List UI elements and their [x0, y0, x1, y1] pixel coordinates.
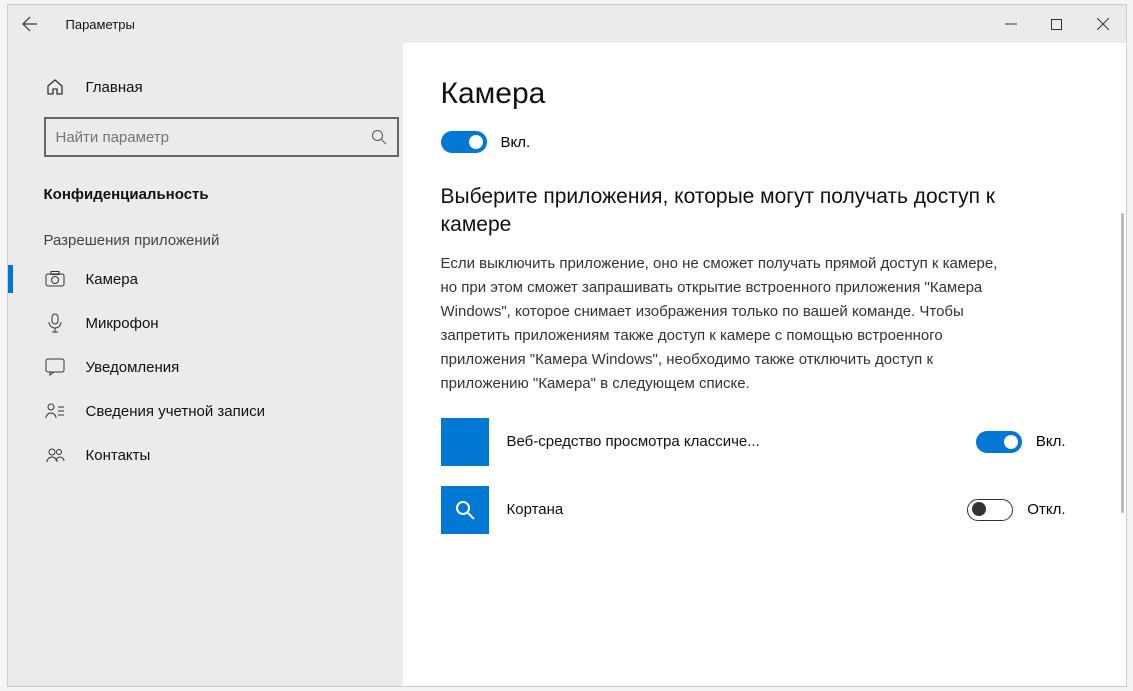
sidebar-item-account-info[interactable]: Сведения учетной записи [8, 389, 403, 433]
minimize-button[interactable] [988, 5, 1034, 43]
main-area: Главная Конфиденциальность Разрешения пр… [8, 43, 1126, 686]
notifications-icon [44, 356, 66, 378]
search-input[interactable] [56, 129, 371, 146]
minimize-icon [1005, 18, 1017, 30]
app-row: Кортана Откл. [441, 486, 1066, 534]
sidebar-item-label: Камера [86, 271, 138, 288]
sidebar: Главная Конфиденциальность Разрешения пр… [8, 43, 403, 686]
sidebar-category[interactable]: Конфиденциальность [8, 175, 403, 214]
app-toggle[interactable] [967, 499, 1013, 521]
app-toggle-label: Откл. [1027, 501, 1065, 518]
sidebar-category-label: Конфиденциальность [44, 186, 209, 203]
sidebar-section-label: Разрешения приложений [44, 232, 220, 249]
sidebar-item-microphone[interactable]: Микрофон [8, 301, 403, 345]
sidebar-item-label: Контакты [86, 447, 151, 464]
titlebar: Параметры [8, 5, 1126, 43]
app-icon-webviewer [441, 418, 489, 466]
section-heading: Выберите приложения, которые могут получ… [441, 183, 1066, 240]
sidebar-section-header: Разрешения приложений [8, 214, 403, 257]
sidebar-item-notifications[interactable]: Уведомления [8, 345, 403, 389]
contacts-icon [44, 444, 66, 466]
search-box[interactable] [44, 117, 399, 157]
app-name: Кортана [507, 501, 787, 518]
sidebar-item-camera[interactable]: Камера [8, 257, 403, 301]
sidebar-item-label: Микрофон [86, 315, 159, 332]
close-icon [1097, 18, 1109, 30]
content-area: Камера Вкл. Выберите приложения, которые… [403, 43, 1126, 686]
settings-window: Параметры Главная Конфиденциальность Раз… [7, 4, 1127, 687]
master-toggle[interactable] [441, 131, 487, 153]
back-arrow-icon [22, 16, 38, 32]
app-toggle[interactable] [976, 431, 1022, 453]
sidebar-home[interactable]: Главная [8, 65, 403, 109]
maximize-icon [1051, 19, 1062, 30]
cortana-search-icon [454, 499, 476, 521]
app-icon-cortana [441, 486, 489, 534]
back-button[interactable] [8, 5, 52, 43]
sidebar-item-contacts[interactable]: Контакты [8, 433, 403, 477]
master-toggle-row: Вкл. [441, 131, 1066, 153]
section-description: Если выключить приложение, оно не сможет… [441, 252, 1001, 396]
master-toggle-label: Вкл. [501, 134, 531, 151]
camera-icon [44, 268, 66, 290]
app-name: Веб-средство просмотра классиче... [507, 433, 787, 450]
window-title: Параметры [52, 17, 135, 32]
maximize-button[interactable] [1034, 5, 1080, 43]
account-icon [44, 400, 66, 422]
scrollbar[interactable] [1121, 213, 1124, 513]
app-row: Веб-средство просмотра классиче... Вкл. [441, 418, 1066, 466]
search-icon [371, 129, 387, 145]
home-icon [44, 76, 66, 98]
microphone-icon [44, 312, 66, 334]
close-button[interactable] [1080, 5, 1126, 43]
sidebar-item-label: Сведения учетной записи [86, 403, 266, 420]
app-toggle-label: Вкл. [1036, 433, 1066, 450]
sidebar-item-label: Уведомления [86, 359, 180, 376]
page-title: Камера [441, 77, 1066, 111]
sidebar-home-label: Главная [86, 79, 143, 96]
